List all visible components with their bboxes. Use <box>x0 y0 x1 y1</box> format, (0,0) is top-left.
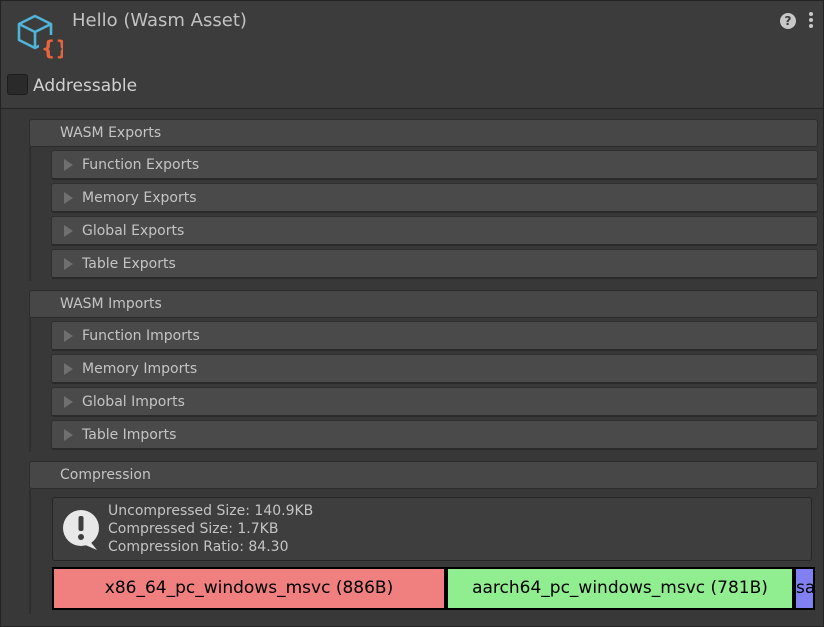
triangle-right-icon <box>64 363 73 375</box>
asset-title: Hello (Wasm Asset) <box>72 10 247 31</box>
triangle-right-icon <box>64 330 73 342</box>
wasm-exports-header[interactable]: WASM Exports <box>29 119 818 147</box>
cube-with-braces-icon: {} <box>17 14 63 59</box>
triangle-right-icon <box>64 159 73 171</box>
svg-text:{}: {} <box>41 36 63 59</box>
triangle-right-icon <box>64 429 73 441</box>
inspector-header: {} Hello (Wasm Asset) ? Addressable <box>1 1 823 109</box>
foldout-table-exports[interactable]: Table Exports <box>51 249 818 279</box>
section-divider <box>29 147 31 281</box>
foldout-label: Global Exports <box>82 223 185 239</box>
foldout-memory-exports[interactable]: Memory Exports <box>51 183 818 213</box>
foldout-label: Function Imports <box>82 328 200 344</box>
triangle-right-icon <box>64 225 73 237</box>
foldout-label: Table Exports <box>82 256 176 272</box>
exclamation-speech-bubble-icon <box>63 510 99 550</box>
triangle-right-icon <box>64 258 73 270</box>
vertical-ellipsis-icon[interactable] <box>805 11 817 31</box>
compression-ratio-text: Compression Ratio: 84.30 <box>108 539 289 555</box>
foldout-table-imports[interactable]: Table Imports <box>51 420 818 450</box>
segment-x86-64-windows: x86_64_pc_windows_msvc (886B) <box>54 569 444 608</box>
foldout-memory-imports[interactable]: Memory Imports <box>51 354 818 384</box>
foldout-label: Memory Imports <box>82 361 198 377</box>
foldout-global-imports[interactable]: Global Imports <box>51 387 818 417</box>
foldout-label: Global Imports <box>82 394 185 410</box>
triangle-right-icon <box>64 396 73 408</box>
inspector-window: {} Hello (Wasm Asset) ? Addressable WASM… <box>0 0 824 627</box>
section-divider <box>29 318 31 452</box>
triangle-right-icon <box>64 192 73 204</box>
wasm-imports-header[interactable]: WASM Imports <box>29 290 818 318</box>
section-label: Compression <box>60 467 151 483</box>
foldout-label: Function Exports <box>82 157 200 173</box>
section-divider <box>29 489 31 614</box>
compression-info-box: Uncompressed Size: 140.9KB Compressed Si… <box>52 497 812 561</box>
segment-aarch64-windows: aarch64_pc_windows_msvc (781B) <box>448 569 792 608</box>
foldout-function-exports[interactable]: Function Exports <box>51 150 818 180</box>
compressed-size-text: Compressed Size: 1.7KB <box>108 521 279 537</box>
compression-breakdown-bar: x86_64_pc_windows_msvc (886B) aarch64_pc… <box>52 567 815 610</box>
foldout-global-exports[interactable]: Global Exports <box>51 216 818 246</box>
section-label: WASM Imports <box>60 296 162 312</box>
foldout-label: Memory Exports <box>82 190 197 206</box>
foldout-function-imports[interactable]: Function Imports <box>51 321 818 351</box>
compression-header[interactable]: Compression <box>29 461 818 489</box>
addressable-label: Addressable <box>33 76 138 96</box>
question-circle-icon[interactable]: ? <box>780 13 796 29</box>
foldout-label: Table Imports <box>82 427 177 443</box>
section-label: WASM Exports <box>60 125 162 141</box>
addressable-checkbox[interactable] <box>7 74 28 95</box>
segment-third-target: sa <box>796 569 813 608</box>
uncompressed-size-text: Uncompressed Size: 140.9KB <box>108 503 314 519</box>
